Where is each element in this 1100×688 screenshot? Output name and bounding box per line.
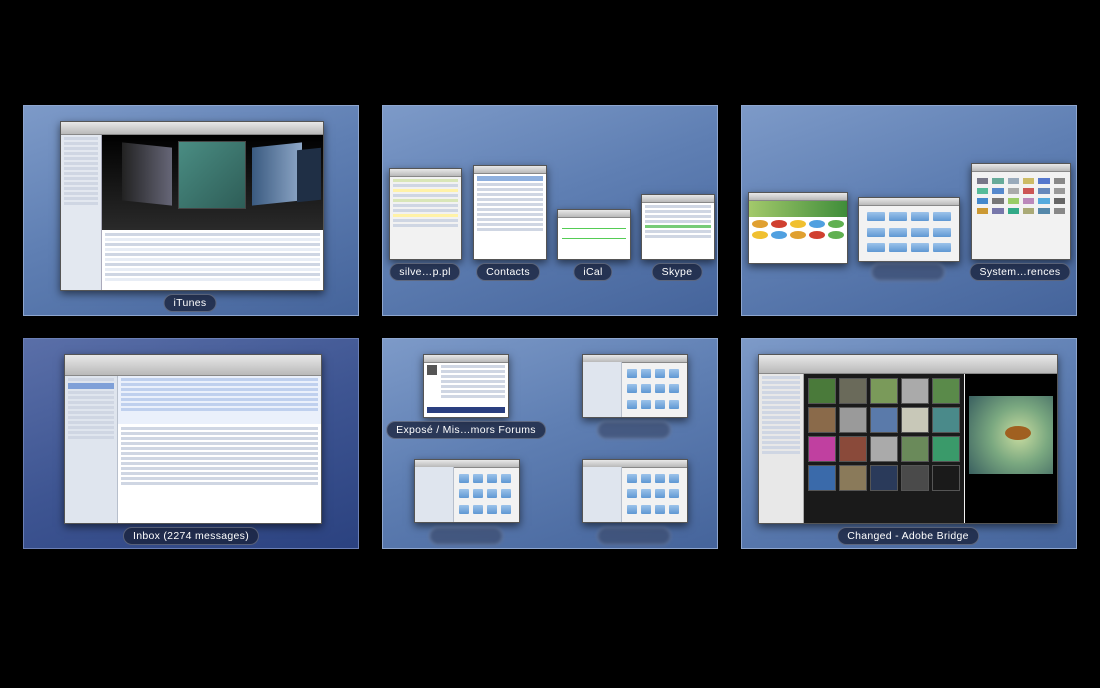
finder-window-1[interactable] — [582, 354, 688, 418]
space-3[interactable]: System…rences — [741, 105, 1077, 316]
window-label-mail-inbox[interactable]: Inbox (2274 messages) — [122, 527, 260, 545]
finder-window[interactable] — [858, 197, 960, 262]
forum-browser-window[interactable] — [423, 354, 509, 418]
window-label-system-preferences[interactable]: System…rences — [969, 263, 1071, 281]
adium-window[interactable] — [389, 168, 462, 260]
contacts-window[interactable] — [473, 165, 547, 260]
browser-window[interactable] — [748, 192, 848, 264]
window-label-forums[interactable]: Exposé / Mis…mors Forums — [386, 421, 546, 439]
bridge-preview-panel[interactable] — [965, 374, 1057, 523]
space-2[interactable]: silve…p.pl Contacts iCal Skype — [382, 105, 718, 316]
finder-window-2[interactable] — [414, 459, 520, 523]
window-label-finder-1-blurred[interactable] — [597, 421, 671, 439]
window-label-skype[interactable]: Skype — [651, 263, 703, 281]
finder-window-3[interactable] — [582, 459, 688, 523]
itunes-sidebar — [61, 135, 102, 290]
coverflow-view[interactable] — [102, 135, 323, 230]
window-label-ical[interactable]: iCal — [573, 263, 613, 281]
skype-window[interactable] — [641, 194, 715, 260]
space-4[interactable]: Inbox (2274 messages) — [23, 338, 359, 549]
window-label-finder-blurred[interactable] — [871, 263, 945, 281]
space-6[interactable]: Changed - Adobe Bridge — [741, 338, 1077, 549]
system-preferences-window[interactable] — [971, 163, 1071, 260]
adobe-bridge-window[interactable] — [758, 354, 1058, 524]
bridge-folders-panel — [759, 374, 804, 523]
ical-window[interactable] — [557, 209, 631, 260]
window-label-itunes[interactable]: iTunes — [163, 294, 217, 312]
window-label-adobe-bridge[interactable]: Changed - Adobe Bridge — [837, 527, 979, 545]
window-label-finder-3-blurred[interactable] — [597, 527, 671, 545]
window-label-finder-2-blurred[interactable] — [429, 527, 503, 545]
message-preview[interactable] — [118, 425, 321, 523]
itunes-window[interactable] — [60, 121, 324, 291]
space-1[interactable]: iTunes — [23, 105, 359, 316]
mail-sidebar — [65, 376, 118, 523]
window-label-adium[interactable]: silve…p.pl — [389, 263, 461, 281]
track-list[interactable] — [102, 231, 323, 290]
window-label-contacts[interactable]: Contacts — [476, 263, 540, 281]
mail-window[interactable] — [64, 354, 322, 524]
message-list[interactable] — [118, 376, 321, 424]
bridge-content-grid[interactable] — [804, 374, 964, 523]
space-5[interactable]: Exposé / Mis…mors Forums — [382, 338, 718, 549]
